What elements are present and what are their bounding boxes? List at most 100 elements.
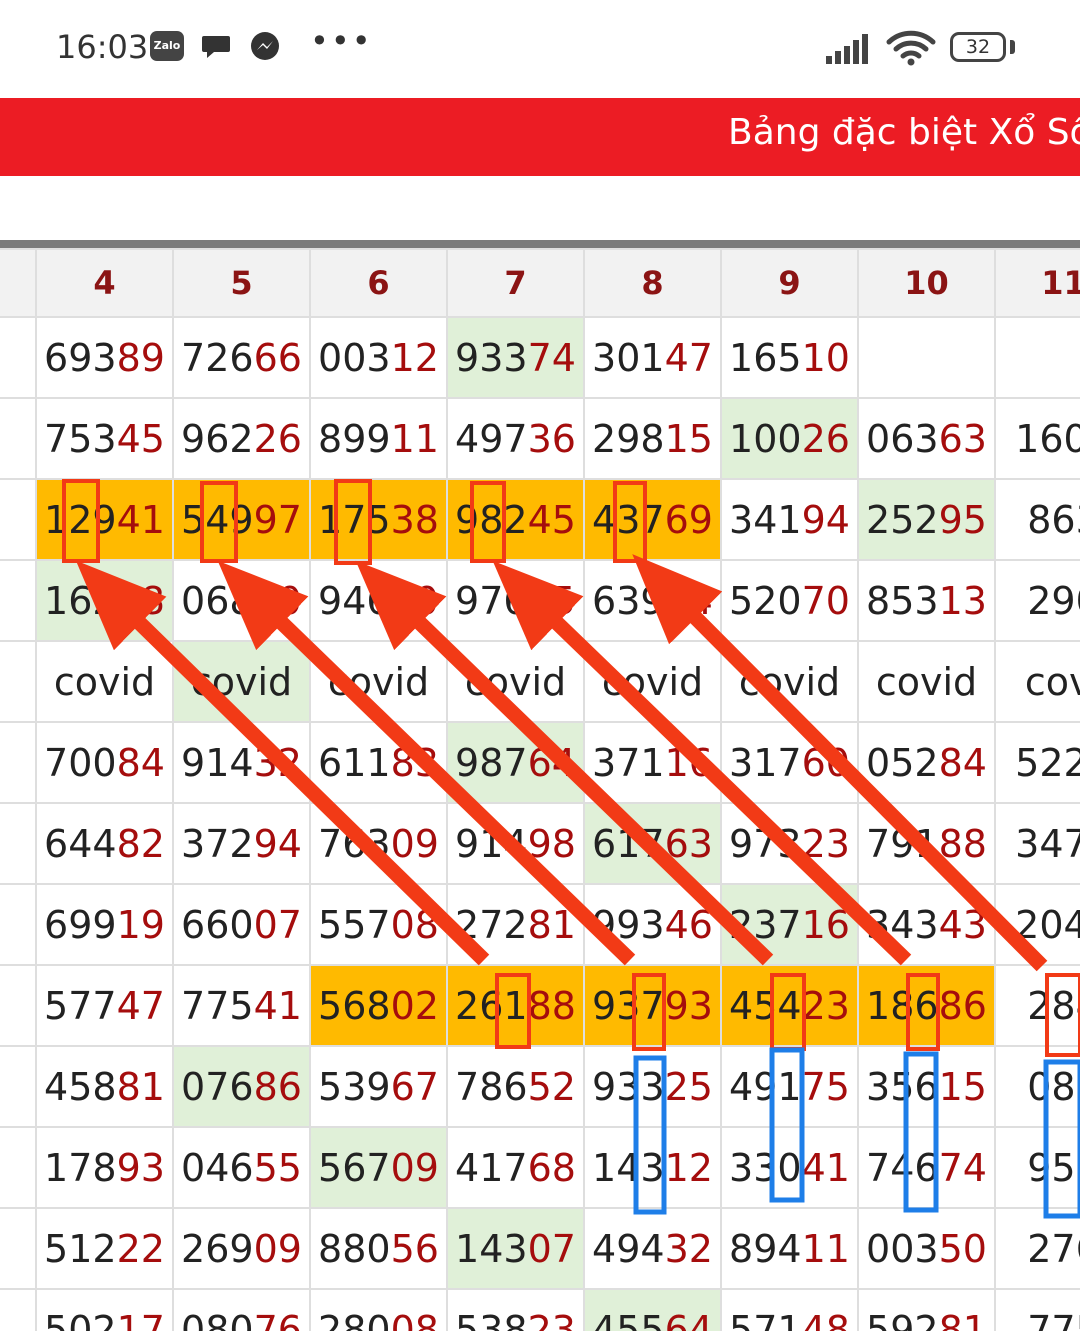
cell-number-tail: 16 (801, 902, 850, 947)
page-banner: Bảng đặc biệt Xổ Số (0, 98, 1080, 176)
cell-number-head: 143 (455, 1226, 528, 1271)
table-cell: 72666 (172, 316, 311, 399)
table-cell: 10026 (720, 397, 859, 480)
cell-number-tail: 81 (938, 1307, 987, 1331)
column-header: 3 (0, 248, 37, 318)
table-cell: 53823 (446, 1288, 585, 1331)
table-cell (0, 1288, 37, 1331)
table-cell: 6 (0, 1126, 37, 1209)
table-cell: 087 (994, 1045, 1080, 1128)
cell-number-tail: 84 (116, 740, 165, 785)
cell-number-tail: 84 (938, 740, 987, 785)
cell-number-tail: 15 (938, 1064, 987, 1109)
more-dots-icon: ••• (310, 22, 373, 60)
cell-number-tail: 23 (801, 821, 850, 866)
table-row: 945881076865396778652933254917535615087 (0, 1045, 1080, 1128)
cell-number-tail: 76 (253, 1307, 302, 1331)
cell-number-head: 494 (592, 1226, 665, 1271)
cell-number-head: 252 (866, 497, 939, 542)
cell-number-tail: 75 (527, 578, 576, 623)
cell-number-head: 063 (866, 416, 939, 461)
cell-number-tail: 81 (116, 1064, 165, 1109)
cell-number-head: 290 (1027, 578, 1080, 623)
cell-number-head: 076 (181, 1064, 254, 1109)
cell-number-tail: 46 (664, 902, 713, 947)
cell-number-tail: 47 (116, 983, 165, 1028)
table-cell: 290 (994, 559, 1080, 642)
cell-number-tail: 09 (390, 1145, 439, 1190)
cell-number-head: 129 (44, 497, 117, 542)
cell-number-head: 317 (729, 740, 802, 785)
cell-number-head: 052 (866, 740, 939, 785)
table-cell: 54997 (172, 478, 311, 561)
cell-number-tail: 11 (390, 416, 439, 461)
table-cell: covid (446, 640, 585, 723)
table-cell: 00312 (309, 316, 448, 399)
table-cell: 33041 (720, 1126, 859, 1209)
cell-number-head: 617 (592, 821, 665, 866)
table-cell: 43769 (583, 478, 722, 561)
cell-number-head: 298 (592, 416, 665, 461)
cell-number-tail: 19 (116, 902, 165, 947)
cell-number-head: 372 (181, 821, 254, 866)
cell-number-tail: 68 (527, 1145, 576, 1190)
table-cell: 61763 (583, 802, 722, 885)
table-cell: 17893 (35, 1126, 174, 1209)
table-cell: 17538 (309, 478, 448, 561)
table-cell (994, 316, 1080, 399)
cell-number-tail: 17 (116, 1307, 165, 1331)
cell-number-head: 914 (455, 821, 528, 866)
cell-number-head: 276 (1027, 1226, 1080, 1271)
table-row: 50217080762800853823455645714859281775 (0, 1288, 1080, 1331)
cell-number-head: 343 (866, 902, 939, 947)
table-cell: 08076 (172, 1288, 311, 1331)
cell-number-head: 237 (729, 902, 802, 947)
table-cell: covid (583, 640, 722, 723)
table-cell: 59281 (857, 1288, 996, 1331)
column-header: 8 (583, 248, 722, 318)
status-bar: 16:03 Zalo ••• 32 (0, 0, 1080, 96)
cell-number-tail: 88 (527, 983, 576, 1028)
cell-number-head: 162 (44, 578, 117, 623)
cell-number-tail: 00 (253, 578, 302, 623)
table-cell: 77541 (172, 964, 311, 1047)
cell-number-tail: 67 (390, 1064, 439, 1109)
cell-number-tail: 10 (801, 335, 850, 380)
cell-number-tail: 36 (527, 416, 576, 461)
table-cell: 99346 (583, 883, 722, 966)
table-row: 617893046555670941768143123304174674956 (0, 1126, 1080, 1209)
cell-number-head: 204 (1015, 902, 1080, 947)
table-top-border (0, 240, 1080, 248)
cell-number-tail: 22 (116, 1226, 165, 1271)
column-header: 10 (857, 248, 996, 318)
table-cell: 07686 (172, 1045, 311, 1128)
cell-number-head: 497 (455, 416, 528, 461)
cell-number-tail: 70 (801, 578, 850, 623)
cell-number-tail: 15 (664, 416, 713, 461)
lottery-table-container[interactable]: 34567891011 4693897266600312933743014716… (0, 248, 1080, 1331)
cell-number-tail: 23 (527, 1307, 576, 1331)
cell-number-head: 946 (318, 578, 391, 623)
battery-level: 32 (965, 36, 991, 58)
cell-number-tail: 47 (664, 335, 713, 380)
cell-number-head: 100 (729, 416, 802, 461)
table-cell: 2045 (994, 883, 1080, 966)
table-cell: 5 (0, 964, 37, 1047)
cell-number-head: covid (53, 659, 156, 704)
cell-number-head: 178 (44, 1145, 117, 1190)
column-header: 11 (994, 248, 1080, 318)
cell-number-head: 746 (866, 1145, 939, 1190)
cell-number-head: 269 (181, 1226, 254, 1271)
cell-number-tail: 26 (801, 416, 850, 461)
table-cell: 6 (0, 802, 37, 885)
cell-number-tail: 63 (664, 821, 713, 866)
table-cell: 34343 (857, 883, 996, 966)
column-header: 9 (720, 248, 859, 318)
table-cell: 76309 (309, 802, 448, 885)
table-cell: 96226 (172, 397, 311, 480)
chat-bubble-icon (202, 36, 230, 58)
table-cell: 79188 (857, 802, 996, 885)
table-cell: 98245 (446, 478, 585, 561)
cell-number-tail: 38 (390, 497, 439, 542)
cell-number-head: 791 (866, 821, 939, 866)
